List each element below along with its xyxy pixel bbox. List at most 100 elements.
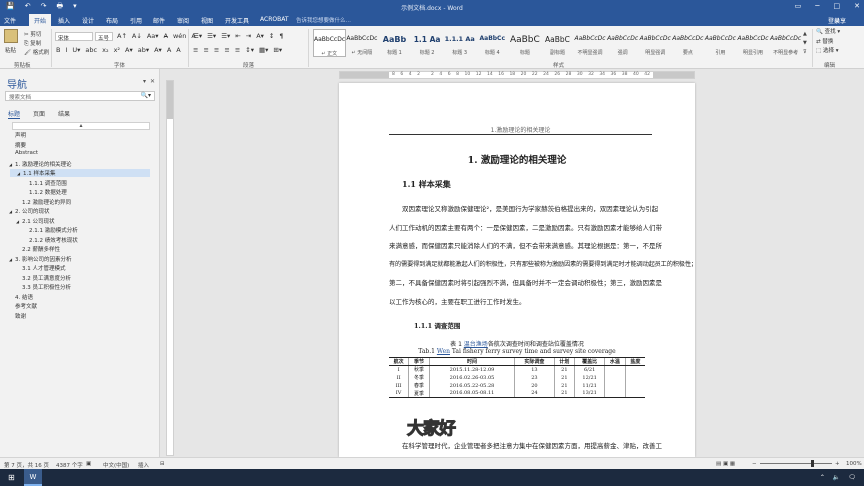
proofing-icon[interactable]: ▣	[86, 461, 91, 467]
page-count[interactable]: 第 7 页，共 16 页	[4, 461, 49, 469]
ribbon-tab[interactable]: 设计	[82, 16, 94, 25]
style-item[interactable]: AaBbCc 标题 4	[476, 29, 509, 57]
style-item[interactable]: AaBbCcDc 明显引用	[737, 29, 770, 57]
format-tool-button[interactable]: A▾	[125, 46, 133, 54]
format-tool-button[interactable]: I	[65, 46, 67, 54]
replace-button[interactable]: ⇄ 替换	[816, 38, 840, 48]
nav-heading-item[interactable]: 1.1.1 调查范围	[9, 179, 67, 187]
nav-heading-item[interactable]: 1.2 激励理论的异同	[9, 198, 71, 206]
format-tool-button[interactable]: wén	[173, 32, 186, 40]
nav-heading-item[interactable]: ◢ 1.1 样本采集	[10, 169, 150, 177]
maximize-icon[interactable]: □	[834, 2, 841, 10]
style-item[interactable]: AaBbCcDc 强调	[606, 29, 639, 57]
zoom-level[interactable]: 100%	[846, 461, 862, 467]
format-tool-button[interactable]: ⊞▾	[273, 46, 282, 54]
format-tool-button[interactable]: ☰▾	[193, 32, 202, 40]
nav-options-icon[interactable]: ▾	[143, 78, 146, 85]
nav-heading-item[interactable]: 摘要	[9, 141, 26, 149]
share-button[interactable]: 共享	[834, 16, 846, 25]
style-item[interactable]: AaBbC 副标题	[541, 29, 574, 57]
cut-button[interactable]: ✂ 剪切	[24, 30, 41, 38]
word-taskbar-icon[interactable]: W	[24, 469, 42, 486]
format-tool-button[interactable]: A↓	[132, 32, 142, 40]
format-painter-button[interactable]: 🖌 格式刷	[24, 48, 49, 56]
nav-heading-item[interactable]: 3.2 员工满意度分析	[9, 274, 71, 282]
nav-tab[interactable]: 标题	[8, 109, 21, 119]
style-item[interactable]: AaBbCcDc 明显强调	[639, 29, 672, 57]
style-item[interactable]: AaBbCcDc 引用	[704, 29, 737, 57]
style-item[interactable]: AaBb 标题 1	[378, 29, 411, 57]
zoom-slider[interactable]	[760, 460, 832, 467]
ribbon-tab[interactable]: 布局	[106, 16, 118, 25]
tray-chevron-icon[interactable]: ⌃	[820, 474, 825, 481]
nav-heading-item[interactable]: 2.1.1 激励模式分析	[9, 226, 78, 234]
format-tool-button[interactable]: A̶	[164, 32, 168, 40]
style-item[interactable]: 1.1 Aa 标题 2	[411, 29, 444, 57]
format-tool-button[interactable]: A	[167, 46, 171, 54]
ribbon-tab[interactable]: 开始	[29, 14, 52, 26]
style-item[interactable]: AaBbCcDc ↵ 正文	[313, 29, 346, 57]
search-icon[interactable]: 🔍▾	[141, 92, 151, 99]
format-tool-button[interactable]: ≡	[193, 46, 198, 54]
tell-me-search[interactable]: 告诉我您想要做什么…	[296, 16, 351, 24]
format-tool-button[interactable]: ⇤	[235, 32, 240, 40]
volume-icon[interactable]: 🔈	[833, 474, 840, 481]
ribbon-display-icon[interactable]: ▭	[795, 2, 802, 10]
nav-heading-item[interactable]: 声明	[9, 131, 26, 139]
format-tool-button[interactable]: Aa▾	[147, 32, 159, 40]
paste-button[interactable]: 粘贴	[5, 46, 16, 54]
notification-icon[interactable]: 🗨	[848, 474, 856, 481]
horizontal-ruler[interactable]: 8 6 4 2 2 4 6 8 10 12 14 16 18 20 22 24 26 28 30 32 34 36 38 40…	[339, 71, 695, 79]
macro-icon[interactable]: ⊟	[160, 461, 165, 467]
style-item[interactable]: AaBbCcDc 要点	[672, 29, 705, 57]
font-size-box[interactable]: 五号	[95, 32, 113, 42]
copy-button[interactable]: ⎘ 复制	[24, 39, 41, 48]
format-tool-button[interactable]: A▾	[154, 46, 162, 54]
format-tool-button[interactable]: x²	[114, 46, 120, 54]
start-icon[interactable]: ⊞	[8, 473, 15, 482]
word-count[interactable]: 4387 个字	[56, 461, 83, 469]
close-icon[interactable]: ✕	[854, 2, 860, 10]
nav-heading-item[interactable]: 3.3 员工积极性分析	[9, 283, 71, 291]
find-button[interactable]: 🔍 查找 ▾	[816, 28, 840, 38]
ribbon-tab[interactable]: 审阅	[177, 16, 189, 25]
nav-heading-item[interactable]: 3.1 人才管理模式	[9, 264, 66, 272]
format-tool-button[interactable]: A▾	[256, 32, 264, 40]
insert-mode[interactable]: 插入	[138, 461, 149, 469]
format-tool-button[interactable]: ab▾	[138, 46, 149, 54]
style-item[interactable]: AaBbCcDc 不明显强调	[574, 29, 607, 57]
format-tool-button[interactable]: U▾	[72, 46, 80, 54]
format-tool-button[interactable]: ¶	[279, 32, 283, 40]
collapse-all-button[interactable]: ▴	[12, 122, 150, 130]
ribbon-tab[interactable]: 视图	[201, 16, 213, 25]
nav-heading-item[interactable]: 2.1.2 绩效考核现状	[9, 236, 78, 244]
style-item[interactable]: 1.1.1 Aa 标题 3	[443, 29, 476, 57]
vertical-ruler[interactable]	[166, 80, 174, 456]
format-tool-button[interactable]: ☰▾	[207, 32, 216, 40]
view-buttons[interactable]: ▤ ▣ ▦	[716, 461, 735, 467]
nav-heading-item[interactable]: 参考文献	[9, 302, 37, 310]
nav-close-icon[interactable]: ✕	[150, 78, 155, 85]
format-tool-button[interactable]: ≡	[214, 46, 219, 54]
minimize-icon[interactable]: ─	[815, 2, 819, 10]
nav-search-input[interactable]: 搜索文档 🔍▾	[5, 91, 155, 101]
zoom-out-button[interactable]: −	[752, 461, 757, 467]
format-tool-button[interactable]: ≡	[224, 46, 229, 54]
ribbon-tab[interactable]: 引用	[130, 16, 142, 25]
format-tool-button[interactable]: ≡	[235, 46, 240, 54]
format-tool-button[interactable]: ⇥	[246, 32, 251, 40]
format-tool-button[interactable]: ☰▾	[221, 32, 230, 40]
nav-heading-item[interactable]: 4. 结语	[9, 293, 33, 301]
select-button[interactable]: ⬚ 选择 ▾	[816, 47, 840, 57]
format-tool-button[interactable]: abc	[85, 46, 97, 54]
format-tool-button[interactable]: ↕	[269, 32, 274, 40]
ribbon-tab[interactable]: 邮件	[153, 16, 165, 25]
ribbon-tab[interactable]: 文件	[4, 16, 16, 25]
format-tool-button[interactable]: x₂	[102, 46, 108, 54]
style-item[interactable]: AaBbCcDc 不明显参考	[769, 29, 802, 57]
ribbon-tab[interactable]: ACROBAT	[260, 16, 289, 23]
font-name-box[interactable]: 宋体	[55, 32, 93, 42]
zoom-in-button[interactable]: +	[835, 461, 840, 467]
format-tool-button[interactable]: B	[56, 46, 60, 54]
nav-heading-item[interactable]: ◢ 1. 激励理论的相关理论	[9, 160, 72, 168]
